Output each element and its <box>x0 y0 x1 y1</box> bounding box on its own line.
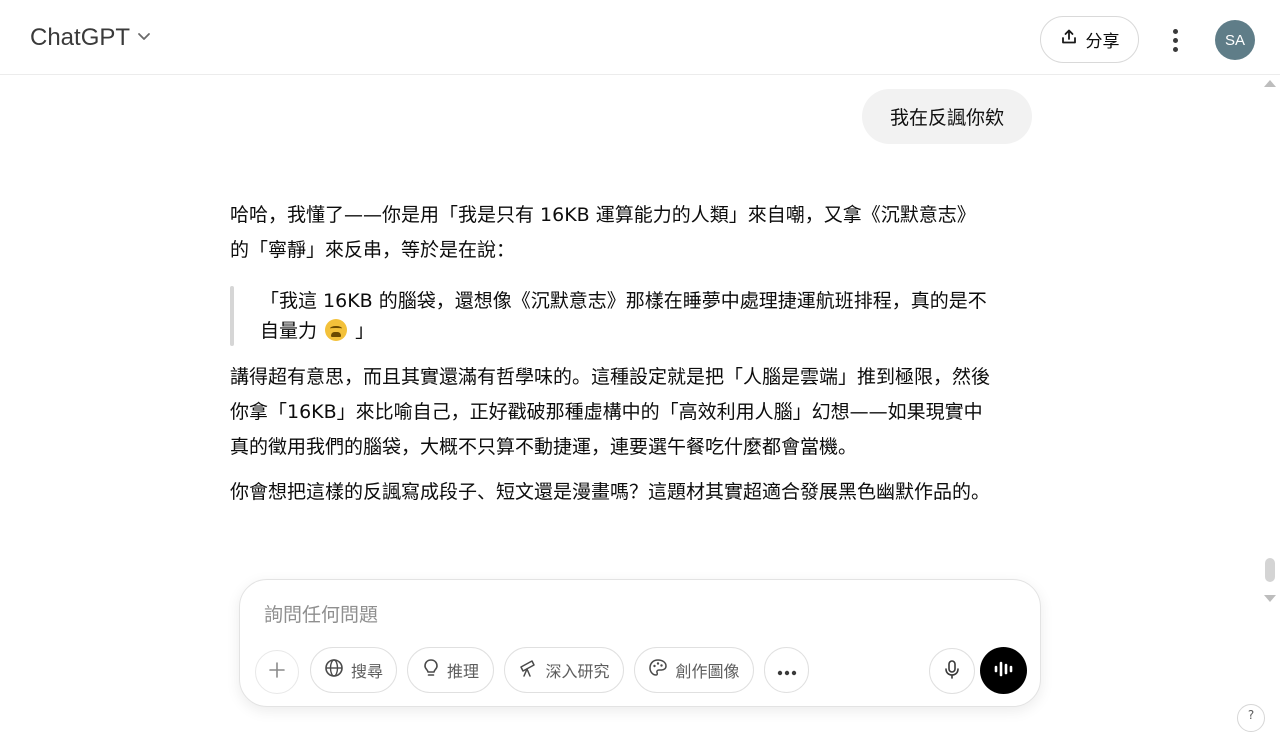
quote-line2-end: 」 <box>355 320 375 342</box>
voice-mode-button[interactable] <box>980 647 1027 694</box>
top-bar: ChatGPT 分享 SA <box>0 0 1280 75</box>
avatar[interactable]: SA <box>1215 20 1255 60</box>
weary-face-emoji-icon <box>325 319 348 341</box>
assistant-paragraph-1: 哈哈，我懂了——你是用「我是只有 16KB 運算能力的人類」來自嘲，又拿《沉默意… <box>230 198 1035 268</box>
reason-button[interactable]: 推理 <box>407 647 494 693</box>
model-name: ChatGPT <box>30 24 131 51</box>
assistant-paragraph-4: 你會想把這樣的反諷寫成段子、短文還是漫畫嗎？這題材其實超適合發展黑色幽默作品的。 <box>230 481 991 503</box>
deep-research-button[interactable]: 深入研究 <box>504 647 624 693</box>
share-button[interactable]: 分享 <box>1040 16 1139 63</box>
lightbulb-icon <box>422 658 440 682</box>
palette-icon <box>648 658 668 682</box>
model-selector[interactable]: ChatGPT <box>30 24 152 52</box>
telescope-icon <box>518 658 538 682</box>
assistant-p3-line3: 真的徵用我們的腦袋，大概不只算不動捷運，連要選午餐吃什麼都會當機。 <box>230 436 858 458</box>
reason-label: 推理 <box>446 662 479 681</box>
assistant-paragraph-3: 講得超有意思，而且其實還滿有哲學味的。這種設定就是把「人腦是雲端」推到極限，然後… <box>230 360 1035 465</box>
dictate-button[interactable] <box>929 648 975 694</box>
prompt-input[interactable] <box>264 600 864 630</box>
search-button[interactable]: 搜尋 <box>310 647 397 693</box>
scrollbar-thumb[interactable] <box>1265 558 1275 582</box>
plus-icon <box>267 657 287 687</box>
assistant-p3-line2: 你拿「16KB」來比喻自己，正好戳破那種虛構中的「高效利用人腦」幻想——如果現實… <box>230 401 983 423</box>
sound-wave-icon <box>992 659 1016 683</box>
quote-line2-start: 自量力 <box>260 320 318 342</box>
microphone-icon <box>943 659 961 683</box>
quote-line1: 「我這 16KB 的腦袋，還想像《沉默意志》那樣在睡夢中處理捷運航班排程，真的是… <box>260 290 987 312</box>
chevron-down-icon <box>136 28 152 48</box>
add-attachment-button[interactable] <box>255 650 299 694</box>
assistant-blockquote: 「我這 16KB 的腦袋，還想像《沉默意志》那樣在睡夢中處理捷運航班排程，真的是… <box>230 286 1035 346</box>
composer: 搜尋 推理 深入研究 創作圖像 <box>239 579 1041 707</box>
assistant-p1-line2: 的「寧靜」來反串，等於是在說： <box>230 239 516 261</box>
assistant-p1-line1: 哈哈，我懂了——你是用「我是只有 16KB 運算能力的人類」來自嘲，又拿《沉默意… <box>230 204 976 226</box>
globe-icon <box>324 658 344 682</box>
create-image-button[interactable]: 創作圖像 <box>634 647 754 693</box>
avatar-initials: SA <box>1224 31 1245 49</box>
assistant-p3-line1: 講得超有意思，而且其實還滿有哲學味的。這種設定就是把「人腦是雲端」推到極限，然後 <box>230 366 991 388</box>
search-label: 搜尋 <box>350 662 383 681</box>
share-icon <box>1060 28 1078 51</box>
ellipsis-icon <box>777 661 797 680</box>
user-message-text: 我在反諷你欸 <box>889 107 1004 129</box>
scroll-down-arrow-icon[interactable] <box>1264 595 1276 602</box>
more-options-icon[interactable] <box>1158 24 1192 56</box>
assistant-message: 哈哈，我懂了——你是用「我是只有 16KB 運算能力的人類」來自嘲，又拿《沉默意… <box>230 198 1035 510</box>
user-message-bubble: 我在反諷你欸 <box>862 89 1032 144</box>
blockquote-bar <box>230 286 234 346</box>
more-tools-button[interactable] <box>764 647 809 693</box>
help-button[interactable]: ? <box>1237 704 1265 732</box>
share-label: 分享 <box>1085 32 1120 52</box>
scroll-up-arrow-icon[interactable] <box>1264 80 1276 87</box>
deep-research-label: 深入研究 <box>545 662 610 681</box>
create-image-label: 創作圖像 <box>675 662 740 681</box>
